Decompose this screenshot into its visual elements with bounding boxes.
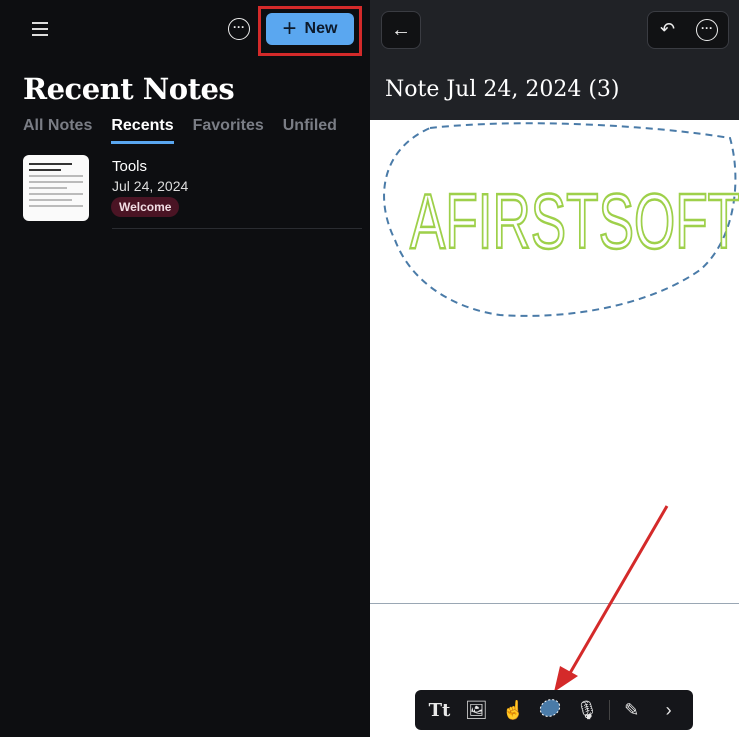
toolbar-divider — [608, 700, 610, 720]
new-label: New — [304, 20, 338, 37]
note-date: Jul 24, 2024 — [112, 178, 189, 194]
tab-all-notes[interactable]: All Notes — [23, 117, 92, 144]
divider — [112, 228, 362, 229]
note-thumbnail[interactable] — [23, 155, 89, 221]
note-title[interactable]: Note Jul 24, 2024 (3) — [385, 77, 620, 102]
more-options-icon[interactable]: ··· — [228, 18, 250, 40]
pencil-icon[interactable]: ✎ — [617, 700, 647, 721]
tab-recents[interactable]: Recents — [111, 117, 174, 144]
text-format-icon[interactable]: Tt — [424, 700, 454, 721]
hamburger-menu-icon[interactable] — [32, 22, 48, 36]
editor-header: ← ↶ ··· Note Jul 24, 2024 (3) — [370, 0, 739, 120]
tab-bar: All Notes Recents Favorites Unfiled — [23, 117, 337, 144]
handwriting-text: AFIRSTSOFT — [410, 177, 739, 265]
plus-icon: + — [282, 15, 297, 42]
tab-unfiled[interactable]: Unfiled — [283, 117, 337, 144]
note-editor-panel: ← ↶ ··· Note Jul 24, 2024 (3) AFIRSTSOFT… — [370, 0, 739, 737]
undo-icon[interactable]: ↶ — [660, 19, 675, 40]
drawing-canvas[interactable]: AFIRSTSOFT — [370, 120, 739, 330]
image-icon[interactable]: 🖼 — [461, 700, 491, 721]
header-actions: ↶ ··· — [647, 11, 729, 49]
more-options-icon[interactable]: ··· — [696, 19, 718, 41]
lasso-icon[interactable] — [535, 697, 565, 724]
back-arrow-icon[interactable]: ← — [381, 11, 421, 49]
note-title[interactable]: Tools — [112, 158, 147, 175]
page-title: Recent Notes — [23, 72, 235, 106]
new-note-button[interactable]: + New — [266, 13, 354, 45]
drawing-toolbar: Tt 🖼 ☝ 🎙 ✎ › — [415, 690, 693, 730]
tab-favorites[interactable]: Favorites — [193, 117, 264, 144]
tag-badge[interactable]: Welcome — [111, 197, 180, 217]
annotation-arrow — [554, 505, 669, 692]
notes-list-panel: ··· + New Recent Notes All Notes Recents … — [0, 0, 370, 737]
microphone-icon[interactable]: 🎙 — [572, 700, 602, 721]
chevron-right-icon[interactable]: › — [654, 700, 684, 721]
hand-touch-icon[interactable]: ☝ — [498, 700, 528, 721]
